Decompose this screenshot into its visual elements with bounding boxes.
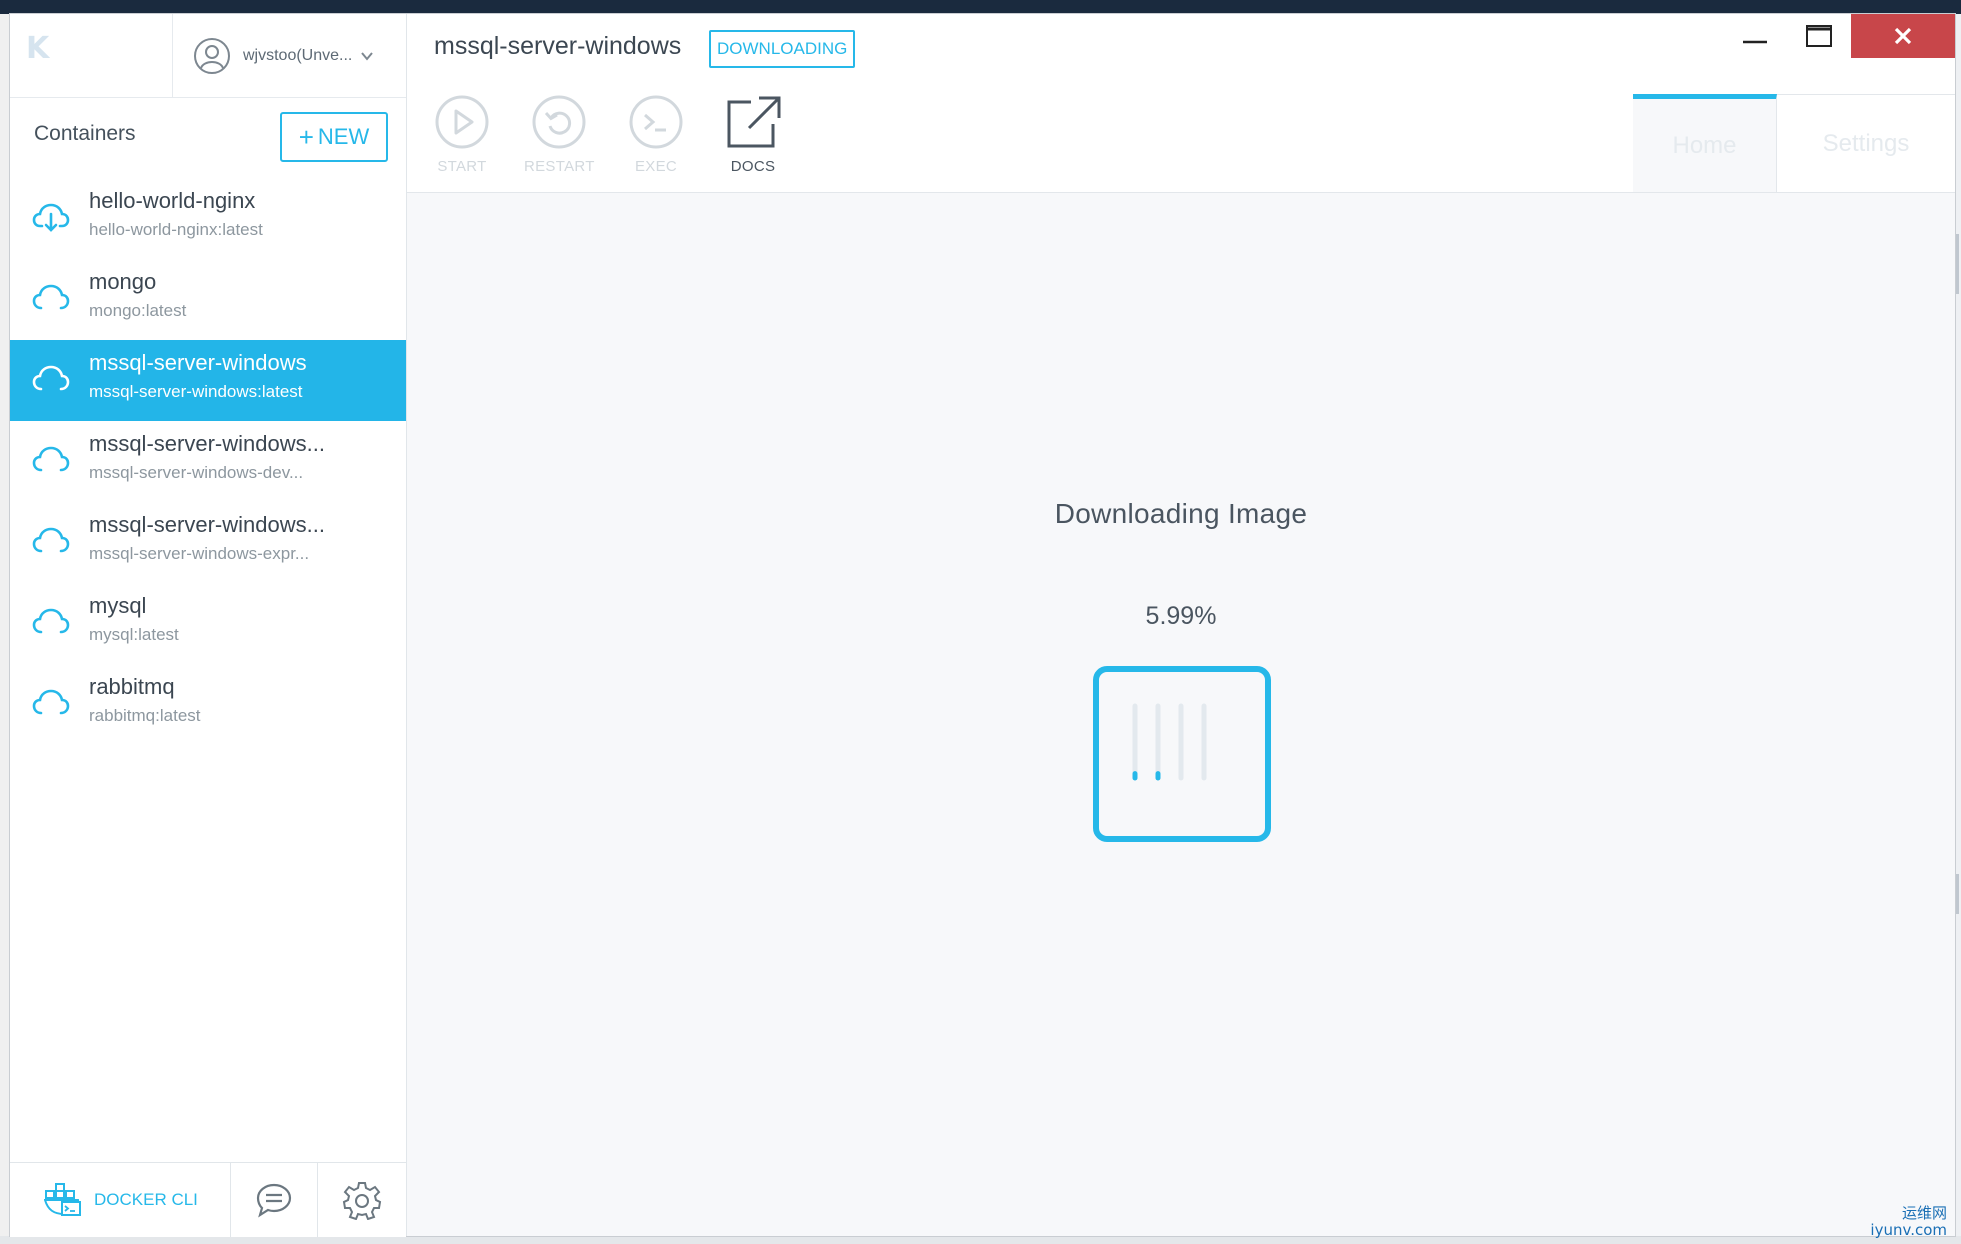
- play-icon: [435, 95, 489, 149]
- container-item-selected[interactable]: mssql-server-windows mssql-server-window…: [10, 340, 406, 421]
- docs-label: DOCS: [730, 158, 776, 175]
- container-title: mssql-server-windows: [434, 32, 682, 60]
- minimize-icon: [1743, 40, 1767, 44]
- preferences-button[interactable]: [317, 1163, 406, 1237]
- sidebar-top-bar: K wjvstoo(Unve...: [10, 14, 406, 98]
- cloud-icon: [32, 689, 70, 715]
- sidebar: K wjvstoo(Unve... Containers + NEW hello…: [10, 14, 407, 1237]
- cloud-icon: [32, 527, 70, 553]
- docker-whale-icon: [44, 1183, 81, 1216]
- container-image: mysql:latest: [89, 625, 179, 644]
- user-menu[interactable]: wjvstoo(Unve...: [172, 14, 406, 97]
- chevron-down-icon: [361, 51, 374, 61]
- new-container-button[interactable]: + NEW: [280, 112, 388, 162]
- view-tabs: Home Settings: [1633, 94, 1955, 192]
- exec-button[interactable]: EXEC: [621, 94, 691, 190]
- app-logo: K: [26, 31, 49, 66]
- cloud-icon: [32, 365, 70, 391]
- cloud-icon: [32, 284, 70, 310]
- kitematic-window: K wjvstoo(Unve... Containers + NEW hello…: [10, 14, 1955, 1237]
- new-button-label: NEW: [317, 124, 370, 149]
- container-name: mssql-server-windows: [89, 350, 307, 375]
- external-link-icon: [727, 96, 781, 148]
- container-image: mssql-server-windows-expr...: [89, 544, 310, 563]
- containers-title: Containers: [34, 122, 136, 145]
- container-image: rabbitmq:latest: [89, 706, 201, 725]
- start-button[interactable]: START: [427, 94, 497, 190]
- container-item[interactable]: mssql-server-windows... mssql-server-win…: [10, 502, 406, 583]
- background-window-edge: [0, 14, 10, 1244]
- progress-bars: [1132, 703, 1207, 781]
- download-title: Downloading Image: [1054, 498, 1308, 529]
- user-name: wjvstoo(Unve...: [243, 46, 353, 64]
- window-controls: [1723, 14, 1955, 58]
- watermark-line1: 运维网: [1901, 1204, 1947, 1222]
- container-item[interactable]: mysql mysql:latest: [10, 583, 406, 664]
- container-image: mssql-server-windows-dev...: [89, 463, 304, 482]
- container-name: mssql-server-windows...: [89, 431, 325, 456]
- gear-icon: [342, 1182, 381, 1220]
- watermark: 运维网 iyunv.com: [1870, 1205, 1947, 1238]
- docs-button[interactable]: DOCS: [718, 94, 788, 190]
- container-list: hello-world-nginx hello-world-nginx:late…: [10, 178, 406, 745]
- user-avatar-icon: [194, 37, 230, 74]
- cloud-icon: [32, 446, 70, 472]
- terminal-icon: [629, 95, 683, 149]
- maximize-button[interactable]: [1787, 14, 1851, 58]
- cloud-icon: [32, 608, 70, 634]
- minimize-button[interactable]: [1723, 14, 1787, 58]
- container-item[interactable]: mongo mongo:latest: [10, 259, 406, 340]
- container-image: mssql-server-windows:latest: [89, 382, 303, 401]
- container-name: mongo: [89, 269, 157, 294]
- close-button[interactable]: [1851, 14, 1955, 58]
- cloud-download-icon: [32, 203, 70, 232]
- background-taskbar-strip: [0, 1236, 1961, 1244]
- container-item[interactable]: rabbitmq rabbitmq:latest: [10, 664, 406, 745]
- restart-button[interactable]: RESTART: [524, 94, 594, 190]
- container-item[interactable]: mssql-server-windows... mssql-server-win…: [10, 421, 406, 502]
- restart-icon: [532, 95, 586, 149]
- container-name: mssql-server-windows...: [89, 512, 325, 537]
- containers-header: Containers + NEW: [10, 98, 406, 178]
- container-name: hello-world-nginx: [89, 188, 256, 213]
- container-name: mysql: [89, 593, 147, 618]
- plus-icon: +: [298, 121, 314, 152]
- tab-home[interactable]: Home: [1633, 94, 1777, 192]
- sidebar-footer: DOCKER CLI: [10, 1162, 406, 1237]
- exec-label: EXEC: [634, 158, 678, 175]
- container-image: mongo:latest: [89, 301, 187, 320]
- main-panel: mssql-server-windows DOWNLOADING START R…: [407, 14, 1955, 1236]
- start-label: START: [437, 158, 487, 175]
- feedback-button[interactable]: [231, 1163, 318, 1237]
- maximize-icon: [1806, 25, 1832, 47]
- chat-bubble-icon: [256, 1183, 292, 1218]
- tab-settings[interactable]: Settings: [1777, 94, 1955, 192]
- close-icon: [1894, 27, 1912, 45]
- container-name: rabbitmq: [89, 674, 175, 699]
- restart-label: RESTART: [524, 158, 595, 175]
- watermark-line2: iyunv.com: [1870, 1220, 1947, 1239]
- container-image: hello-world-nginx:latest: [89, 220, 263, 239]
- download-progress-indicator: [1093, 666, 1271, 842]
- download-progress-text: 5.99%: [1145, 602, 1217, 630]
- container-item[interactable]: hello-world-nginx hello-world-nginx:late…: [10, 178, 406, 259]
- docker-cli-button[interactable]: DOCKER CLI: [10, 1163, 231, 1237]
- docker-cli-label: DOCKER CLI: [94, 1190, 198, 1209]
- status-badge: DOWNLOADING: [709, 30, 856, 68]
- container-header: mssql-server-windows DOWNLOADING START R…: [407, 14, 1955, 193]
- desktop-background: [0, 0, 1961, 14]
